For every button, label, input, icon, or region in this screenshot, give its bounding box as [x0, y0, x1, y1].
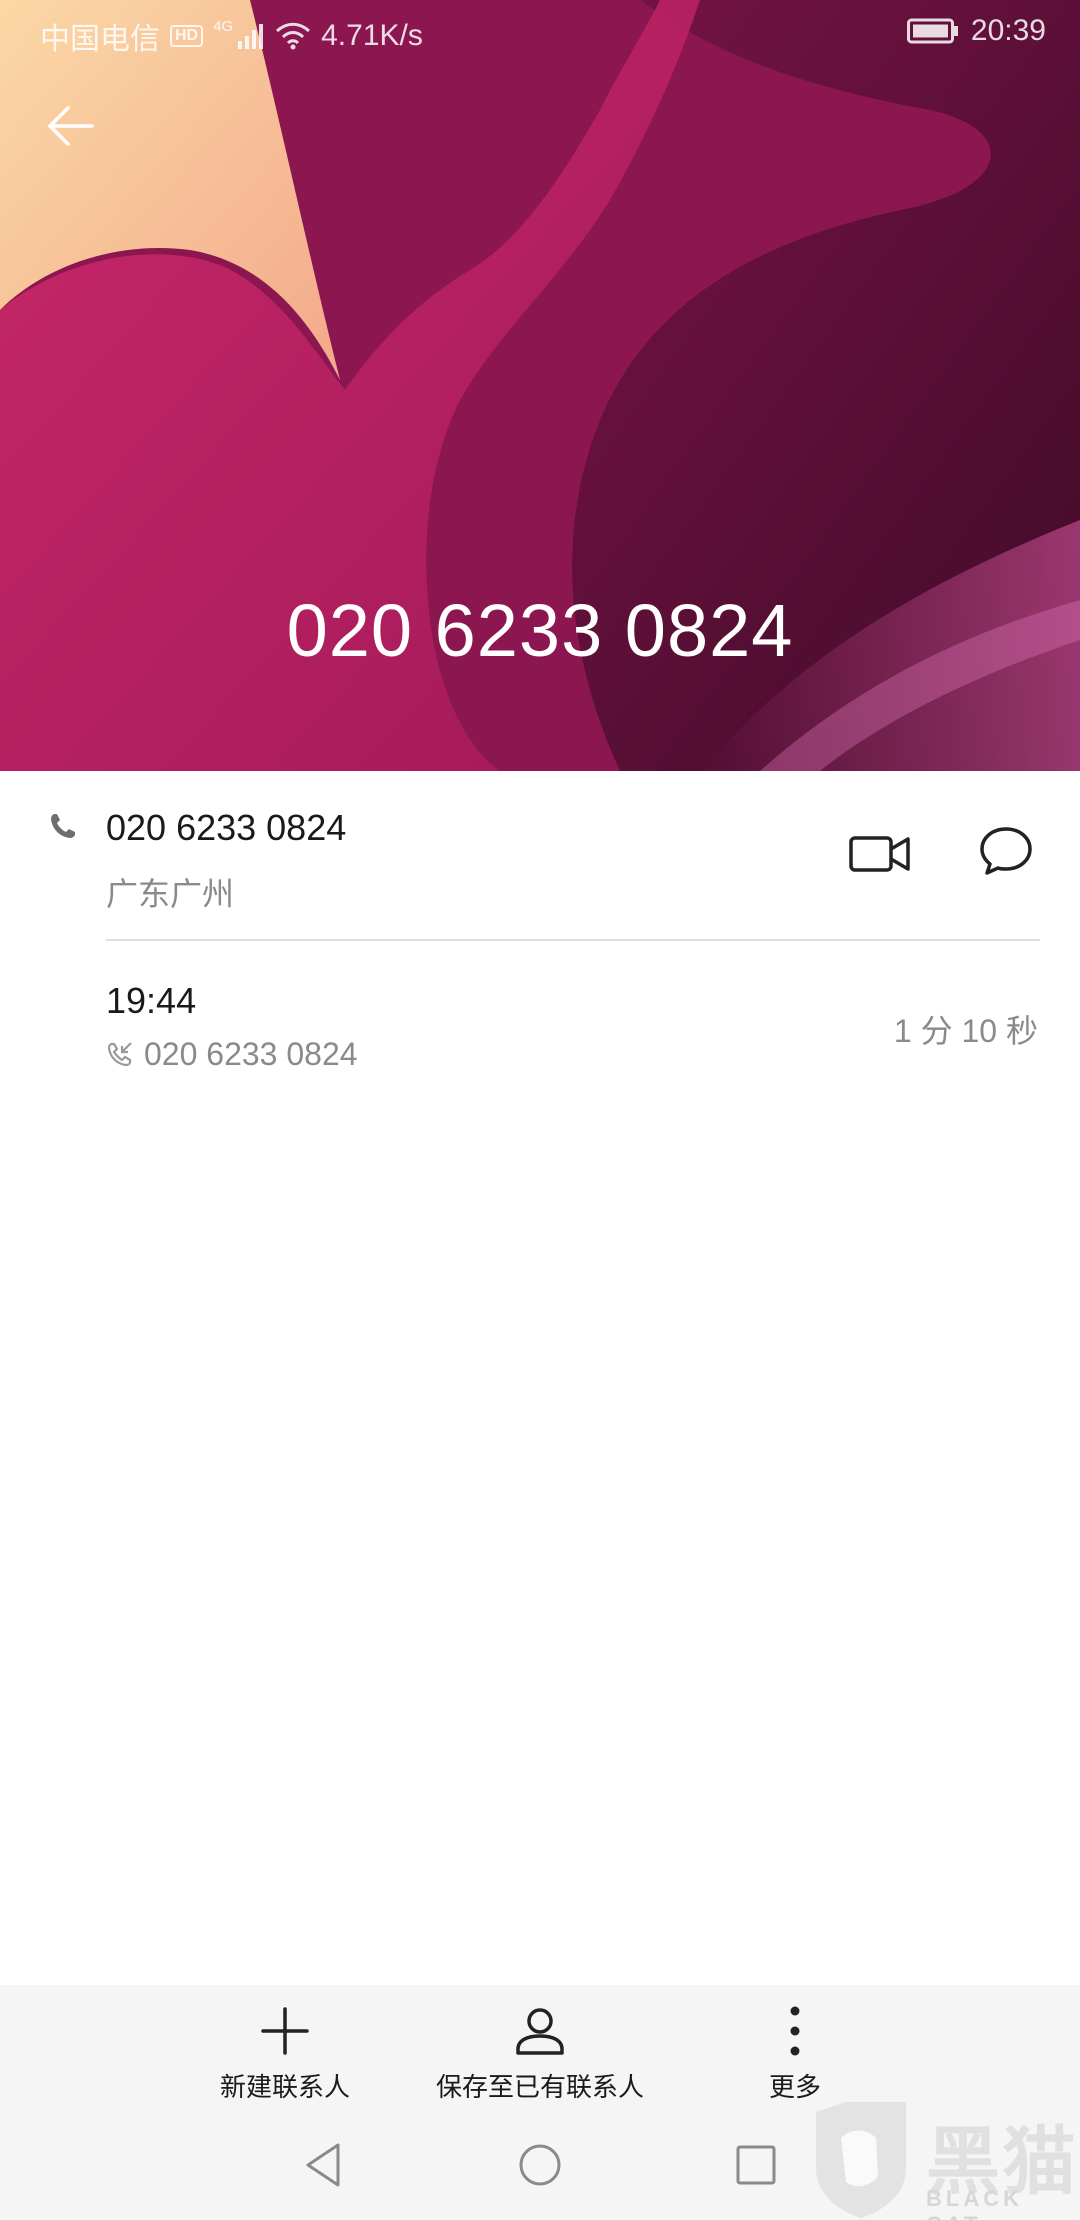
divider — [106, 939, 1040, 941]
save-to-existing-contact-button[interactable]: 保存至已有联系人 — [425, 1985, 655, 2115]
network-speed: 4.71K/s — [321, 19, 423, 52]
arrow-left-icon[interactable] — [42, 96, 102, 156]
wifi-icon — [276, 22, 311, 50]
phone-icon — [51, 814, 75, 838]
video-call-icon[interactable] — [848, 829, 912, 879]
number-row[interactable]: 020 6233 0824 广东广州 — [0, 771, 1080, 939]
hd-badge: HD — [170, 25, 204, 47]
call-number: 020 6233 0824 — [144, 1036, 358, 1072]
carrier-label: 中国电信 — [40, 23, 160, 56]
contact-number: 020 6233 0824 — [106, 807, 347, 848]
watermark-subtext: BLACK CAT — [926, 2186, 1023, 2220]
new-contact-label: 新建联系人 — [219, 2072, 350, 2102]
message-icon[interactable] — [978, 823, 1034, 879]
nav-back-icon[interactable] — [294, 2135, 354, 2195]
cat-shield-logo-icon — [816, 2102, 906, 2218]
plus-icon — [261, 2007, 309, 2055]
call-log-entry[interactable]: 19:44 020 6233 0824 1 分 10 秒 — [0, 960, 1080, 1090]
battery-icon — [906, 18, 958, 44]
more-vertical-icon — [790, 2006, 800, 2056]
nav-home-icon[interactable] — [510, 2135, 570, 2195]
network-type-label: 4G — [213, 17, 234, 35]
status-bar: 中国电信 HD 4G 4.71K/s 20:39 — [0, 0, 1080, 64]
incoming-call-icon — [107, 1042, 132, 1067]
signal-icon — [238, 24, 264, 49]
nav-recents-icon[interactable] — [726, 2135, 786, 2195]
save-to-existing-label: 保存至已有联系人 — [435, 2072, 644, 2102]
header-phone-number: 020 6233 0824 — [286, 589, 794, 672]
black-cat-watermark: 黑猫 BLACK CAT — [806, 2098, 1080, 2220]
call-time: 19:44 — [106, 980, 197, 1021]
person-icon — [516, 2008, 564, 2055]
call-detail-screen: 中国电信 HD 4G 4.71K/s 20:39 020 6233 0824 0… — [0, 0, 1080, 2220]
call-duration: 1 分 10 秒 — [893, 1013, 1038, 1049]
bottom-action-bar: 新建联系人 保存至已有联系人 更多 — [0, 1985, 1080, 2115]
more-button[interactable]: 更多 — [720, 1985, 870, 2115]
clock: 20:39 — [970, 14, 1046, 47]
new-contact-button[interactable]: 新建联系人 — [200, 1985, 370, 2115]
contact-header: 中国电信 HD 4G 4.71K/s 20:39 020 6233 0824 — [0, 0, 1080, 771]
number-location: 广东广州 — [106, 876, 235, 912]
